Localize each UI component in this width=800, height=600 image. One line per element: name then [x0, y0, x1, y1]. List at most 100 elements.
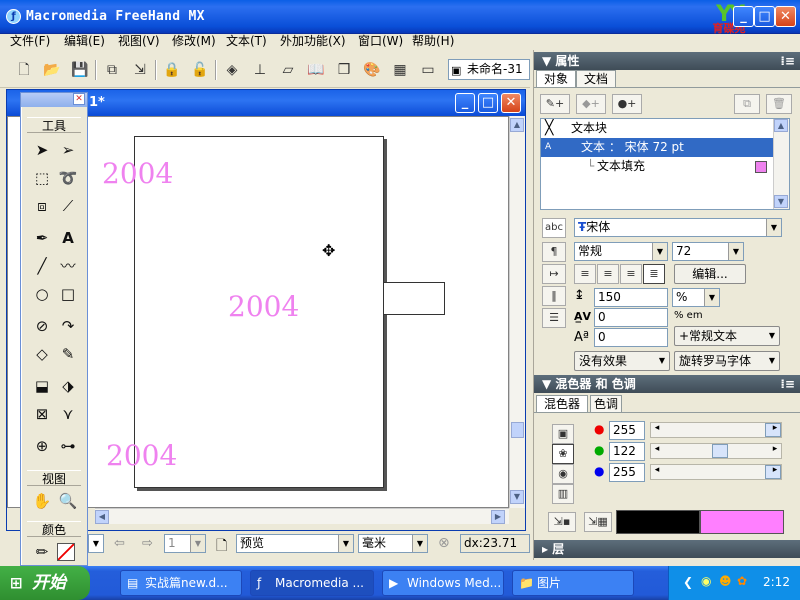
baseline-mode-select[interactable]: +常规文本 ▼ — [674, 326, 780, 346]
tab-document[interactable]: 文档 — [576, 70, 616, 87]
red-value-field[interactable]: 255 — [609, 421, 645, 440]
toolbox-header[interactable]: ✕ — [21, 93, 87, 107]
align-right-icon[interactable]: ≡ — [620, 264, 642, 284]
hand-zoom-icon[interactable]: ⊕ — [31, 435, 53, 457]
maximize-button[interactable]: □ — [754, 6, 775, 27]
leading-unit-dropdown-icon[interactable]: ▼ — [704, 289, 719, 306]
red-increase-icon[interactable]: ▸ — [769, 423, 781, 433]
doc-close-button[interactable]: ✕ — [501, 93, 521, 113]
taskbar-item-freehand[interactable]: ƒ Macromedia ... — [250, 570, 374, 596]
font-select[interactable]: Ŧ宋体 ▼ — [574, 218, 782, 237]
red-slider[interactable]: ◂ ▸ — [650, 422, 782, 438]
preview-mode-select[interactable]: 预览 ▼ — [236, 534, 354, 553]
hand-icon[interactable]: ✋ — [31, 490, 53, 512]
baseline-field[interactable]: 0 — [594, 328, 668, 347]
menu-edit[interactable]: 编辑(E) — [64, 34, 105, 50]
text-block-2004[interactable]: 2004 — [106, 439, 177, 472]
mixer-header[interactable]: ▼ 混色器 和 色调 ⁞≡ — [534, 375, 800, 393]
pen-icon[interactable]: ✒ — [31, 227, 53, 249]
tree-scroll-down-icon[interactable]: ▼ — [774, 195, 788, 208]
leading-field[interactable]: 150 — [594, 288, 668, 307]
rotate-dropdown-icon[interactable]: ▼ — [769, 352, 775, 370]
line-icon[interactable]: ╱ — [31, 255, 53, 277]
expand-arrow-icon[interactable]: ▸ — [542, 542, 552, 556]
spacing-icon[interactable]: ↦ — [542, 264, 566, 284]
blue-slider[interactable]: ◂ ▸ — [650, 464, 782, 480]
add-stroke-icon[interactable]: ✎+ — [540, 94, 570, 114]
leading-unit-select[interactable]: % ▼ — [672, 288, 720, 307]
connector-icon[interactable]: ⊶ — [57, 435, 79, 457]
columns-icon[interactable]: ‖ — [542, 286, 566, 306]
freeform-tool-icon[interactable]: ↷ — [57, 315, 79, 337]
tree-row-text-block[interactable]: ╳ 文本块 — [541, 119, 773, 138]
open-folder-icon[interactable]: 📂 — [42, 60, 62, 80]
transform-icon[interactable]: ◈ — [222, 60, 242, 80]
hls-mode-icon[interactable]: ◉ — [552, 464, 574, 484]
tray-expand-icon[interactable]: ❮ — [683, 575, 693, 589]
rectangle-shape[interactable] — [383, 282, 445, 315]
blue-decrease-icon[interactable]: ◂ — [651, 465, 663, 475]
justify-icon[interactable]: ≣ — [643, 264, 665, 284]
green-increase-icon[interactable]: ▸ — [769, 444, 781, 454]
subselect-icon[interactable]: ➢ — [57, 139, 79, 161]
units-select[interactable]: 毫米 ▼ — [358, 534, 428, 553]
tab-object[interactable]: 对象 — [536, 70, 576, 87]
properties-header[interactable]: ▼ 属性 ⁞≡ — [534, 52, 800, 70]
page-tool-icon[interactable]: ⬚ — [31, 167, 53, 189]
export-icon[interactable]: ⇲ — [130, 60, 150, 80]
scroll-up-icon[interactable]: ▲ — [510, 118, 524, 132]
object-tree[interactable]: ╳ 文本块 A 文本 ： 宋体 72 pt └ 文本填充 ▲ ▼ — [540, 118, 790, 210]
current-color-swatch[interactable] — [700, 510, 784, 534]
doc-maximize-button[interactable]: □ — [478, 93, 498, 113]
table-icon[interactable]: ▦ — [390, 60, 410, 80]
tree-scrollbar[interactable]: ▲ ▼ — [773, 119, 789, 209]
cancel-icon[interactable]: ⊗ — [438, 535, 450, 551]
add-to-swatches-icon[interactable]: ⇲▪ — [548, 512, 576, 532]
vertical-scrollbar[interactable]: ▲ ▼ — [509, 116, 525, 508]
ellipse-icon[interactable]: ○ — [31, 283, 53, 305]
blue-increase-icon[interactable]: ▸ — [769, 465, 781, 475]
duplicate-icon[interactable]: ⧉ — [734, 94, 760, 114]
add-fill-icon[interactable]: ●+ — [612, 94, 642, 114]
tray-app-icon[interactable]: ◉ — [701, 574, 711, 588]
mirror-icon[interactable]: ⋎ — [57, 403, 79, 425]
menu-window[interactable]: 窗口(W) — [358, 34, 403, 50]
unlock-icon[interactable]: 🔓 — [190, 60, 210, 80]
page-number-field[interactable]: 1 ▼ — [164, 534, 206, 553]
screen-icon[interactable]: ▭ — [418, 60, 438, 80]
new-file-icon[interactable]: 🗋 — [14, 60, 34, 80]
document-select[interactable]: ▣ 未命名-31 — [448, 59, 530, 80]
kerning-field[interactable]: 0 — [594, 308, 668, 327]
green-decrease-icon[interactable]: ◂ — [651, 444, 663, 454]
menu-help[interactable]: 帮助(H) — [412, 34, 454, 50]
taskbar-item-pictures[interactable]: 📁 图片 — [512, 570, 634, 596]
eraser-icon[interactable]: ◇ — [31, 343, 53, 365]
system-color-icon[interactable]: ▥ — [552, 484, 574, 504]
app-title-bar[interactable]: ƒ Macromedia FreeHand MX YY 育碟苑 _ □ ✕ — [0, 0, 800, 35]
panel-options-icon[interactable]: ⁞≡ — [780, 375, 795, 393]
add-effect-icon[interactable]: ◆+ — [576, 94, 606, 114]
knife-icon[interactable]: ⊘ — [31, 315, 53, 337]
horizontal-scrollbar[interactable]: ◀ ▶ — [95, 508, 509, 524]
size-select[interactable]: 72 ▼ — [672, 242, 744, 261]
baseline-dropdown-icon[interactable]: ▼ — [769, 327, 775, 345]
taskbar-item-word[interactable]: ▤ 实战篇new.d... — [120, 570, 242, 596]
menu-xtras[interactable]: 外加功能(X) — [280, 34, 346, 50]
menu-file[interactable]: 文件(F) — [10, 34, 50, 50]
extrude-icon[interactable]: ⬗ — [57, 375, 79, 397]
menu-modify[interactable]: 修改(M) — [172, 34, 216, 50]
freehand-app-icon[interactable]: ƒ — [6, 9, 21, 24]
eyedropper-icon[interactable]: ⟋ — [57, 195, 79, 217]
tab-tints[interactable]: 色调 — [590, 395, 622, 412]
next-page-icon[interactable]: ⇨ — [142, 536, 153, 551]
taskbar-item-media-player[interactable]: ▶ Windows Med... — [382, 570, 504, 596]
prev-page-icon[interactable]: ⇦ — [114, 536, 125, 551]
green-slider-thumb[interactable] — [711, 444, 728, 458]
rows-icon[interactable]: ☰ — [542, 308, 566, 328]
stroke-color-icon[interactable]: ✏ — [31, 541, 53, 563]
text-block-2004-selected[interactable]: 2004 — [228, 290, 299, 323]
panel-options-icon[interactable]: ⁞≡ — [780, 52, 795, 70]
toolbox-close-icon[interactable]: ✕ — [73, 93, 85, 105]
zoom-icon[interactable]: 🔍 — [57, 490, 79, 512]
green-value-field[interactable]: 122 — [609, 442, 645, 461]
